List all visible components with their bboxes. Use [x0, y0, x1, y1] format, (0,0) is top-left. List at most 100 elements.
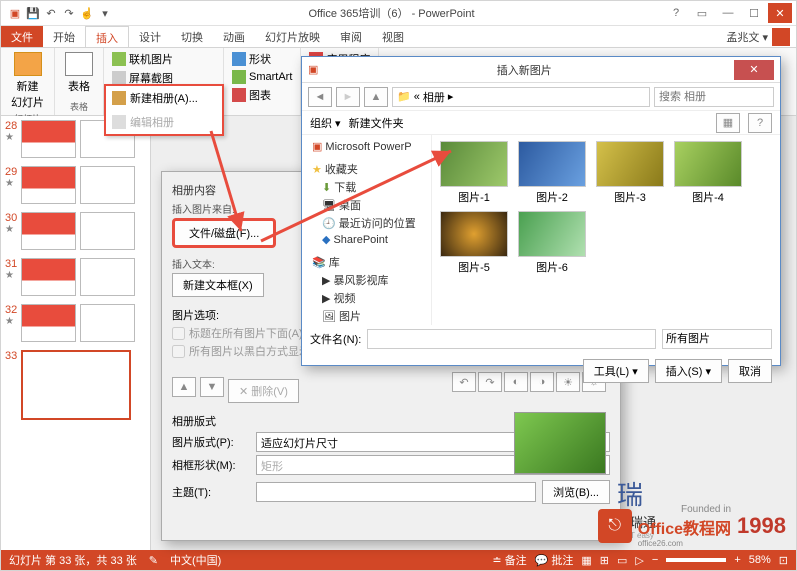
comments-button[interactable]: 💬 批注 — [535, 552, 574, 568]
view-reading-icon[interactable]: ▭ — [617, 554, 627, 567]
fit-icon[interactable]: ⊡ — [779, 554, 788, 567]
redo-icon[interactable]: ↷ — [61, 5, 77, 21]
smartart-button[interactable]: SmartArt — [230, 69, 294, 85]
file-item-4[interactable]: 图片-4 — [672, 141, 744, 205]
browse-button[interactable]: 浏览(B)... — [542, 480, 610, 504]
slide-thumb-31[interactable]: 31★ — [1, 254, 150, 300]
slide-thumb-30[interactable]: 30★ — [1, 208, 150, 254]
new-folder-button[interactable]: 新建文件夹 — [349, 115, 404, 131]
file-list[interactable]: 图片-1 图片-2 图片-3 图片-4 图片-5 图片-6 — [432, 135, 780, 325]
shapes-button[interactable]: 形状 — [230, 50, 294, 68]
help-dlg-icon[interactable]: ? — [748, 113, 772, 133]
pp-small-icon: ▣ — [308, 63, 318, 76]
group-tables-label: 表格 — [61, 100, 97, 113]
address-bar[interactable]: 📁«相册▸ — [392, 87, 650, 107]
new-textbox-button[interactable]: 新建文本框(X) — [172, 273, 264, 297]
new-slide-label: 新建 幻灯片 — [11, 78, 44, 110]
nav-back-icon[interactable]: ◄ — [308, 87, 332, 107]
annotation-arrow-1 — [201, 131, 261, 244]
slide-thumb-32[interactable]: 32★ — [1, 300, 150, 346]
save-icon[interactable]: 💾 — [25, 5, 41, 21]
group-tables: 表格 表格 — [55, 48, 104, 115]
slide-thumb-33[interactable]: 33 — [1, 346, 150, 424]
view-sorter-icon[interactable]: ⊞ — [600, 554, 609, 567]
table-button[interactable]: 表格 — [61, 50, 97, 96]
group-illustrations: 形状 SmartArt 图表 — [224, 48, 301, 115]
filename-input[interactable] — [367, 329, 656, 349]
quick-access-toolbar: ▣ 💾 ↶ ↷ ☝ ▾ — [1, 5, 119, 21]
filetype-combo[interactable]: 所有图片 — [662, 329, 772, 349]
tab-animations[interactable]: 动画 — [213, 26, 255, 47]
tab-insert[interactable]: 插入 — [85, 26, 129, 47]
spell-icon[interactable]: ✎ — [149, 554, 158, 567]
touch-icon[interactable]: ☝ — [79, 5, 95, 21]
annotation-arrow-2 — [261, 141, 461, 254]
move-up-button[interactable]: ▲ — [172, 377, 196, 397]
move-down-button[interactable]: ▼ — [200, 377, 224, 397]
help-icon[interactable]: ? — [664, 3, 688, 23]
qat-more-icon[interactable]: ▾ — [97, 5, 113, 21]
maximize-icon[interactable]: ☐ — [742, 3, 766, 23]
group-images: 联机图片 屏幕截图 相册▾ 新建相册(A)... 编辑相册 — [104, 48, 224, 115]
undo-icon[interactable]: ↶ — [43, 5, 59, 21]
status-bar: 幻灯片 第 33 张，共 33 张 ✎ 中文(中国) ≐ 备注 💬 批注 ▦ ⊞… — [1, 550, 796, 570]
remove-button: ✕ 删除(V) — [228, 379, 299, 403]
file-dialog-title: 插入新图片 — [318, 62, 730, 78]
group-slides: 新建 幻灯片 幻灯片 — [1, 48, 55, 115]
insert-button[interactable]: 插入(S) ▾ — [655, 359, 722, 383]
nav-up-icon[interactable]: ▲ — [364, 87, 388, 107]
close-icon[interactable]: ✕ — [768, 3, 792, 23]
file-item-6[interactable]: 图片-6 — [516, 211, 588, 275]
tab-file[interactable]: 文件 — [1, 26, 43, 47]
tab-design[interactable]: 设计 — [129, 26, 171, 47]
tab-slideshow[interactable]: 幻灯片放映 — [255, 26, 330, 47]
tab-home[interactable]: 开始 — [43, 26, 85, 47]
avatar[interactable] — [772, 28, 790, 46]
slide-counter: 幻灯片 第 33 张，共 33 张 — [9, 552, 137, 568]
chart-button[interactable]: 图表 — [230, 86, 294, 104]
tab-review[interactable]: 审阅 — [330, 26, 372, 47]
zoom-slider[interactable] — [666, 558, 726, 562]
pp-icon: ▣ — [7, 5, 23, 21]
edit-album-icon — [112, 115, 126, 129]
office-watermark: ⎋ Founded in Office教程网 office26.com 1998 — [598, 503, 786, 548]
view-slideshow-icon[interactable]: ▷ — [635, 554, 643, 567]
folder-icon: 📁 — [397, 90, 411, 103]
tab-view[interactable]: 视图 — [372, 26, 414, 47]
slide-panel[interactable]: 28★ 29★ 30★ 31★ 32★ 33 — [1, 116, 151, 550]
lang-status[interactable]: 中文(中国) — [170, 552, 221, 568]
theme-input[interactable] — [256, 482, 536, 502]
slide-thumb-29[interactable]: 29★ — [1, 162, 150, 208]
smartart-icon — [232, 70, 246, 84]
tree-pics[interactable]: 🖼图片 — [306, 307, 427, 325]
new-slide-button[interactable]: 新建 幻灯片 — [7, 50, 48, 112]
zoom-level[interactable]: 58% — [749, 554, 771, 566]
tools-button[interactable]: 工具(L) ▾ — [583, 359, 649, 383]
minimize-icon[interactable]: — — [716, 3, 740, 23]
view-normal-icon[interactable]: ▦ — [581, 554, 591, 567]
tree-videos[interactable]: ▶暴风影视库 — [306, 271, 427, 289]
search-input[interactable] — [654, 87, 774, 107]
new-album-item[interactable]: 新建相册(A)... — [106, 86, 222, 110]
cancel-button[interactable]: 取消 — [728, 359, 772, 383]
online-pic-button[interactable]: 联机图片 — [110, 50, 217, 68]
file-item-2[interactable]: 图片-2 — [516, 141, 588, 205]
tab-transitions[interactable]: 切换 — [171, 26, 213, 47]
user-area[interactable]: 孟兆文 ▾ — [726, 26, 796, 47]
user-name: 孟兆文 ▾ — [726, 29, 768, 45]
tree-vids2[interactable]: ▶视频 — [306, 289, 427, 307]
table-icon — [65, 52, 93, 76]
organize-button[interactable]: 组织 ▾ — [310, 115, 341, 131]
title-bar: ▣ 💾 ↶ ↷ ☝ ▾ Office 365培训（6） - PowerPoint… — [1, 1, 796, 26]
notes-button[interactable]: ≐ 备注 — [492, 552, 526, 568]
zoom-in-icon[interactable]: + — [734, 554, 740, 566]
view-icon[interactable]: ▦ — [716, 113, 740, 133]
new-album-icon — [112, 91, 126, 105]
ribbon-opts-icon[interactable]: ▭ — [690, 3, 714, 23]
file-dialog-close[interactable]: ✕ — [734, 60, 774, 80]
zoom-out-icon[interactable]: − — [652, 554, 658, 566]
file-item-3[interactable]: 图片-3 — [594, 141, 666, 205]
chart-icon — [232, 88, 246, 102]
tree-libs[interactable]: 📚库 — [306, 253, 427, 271]
shapes-icon — [232, 52, 246, 66]
